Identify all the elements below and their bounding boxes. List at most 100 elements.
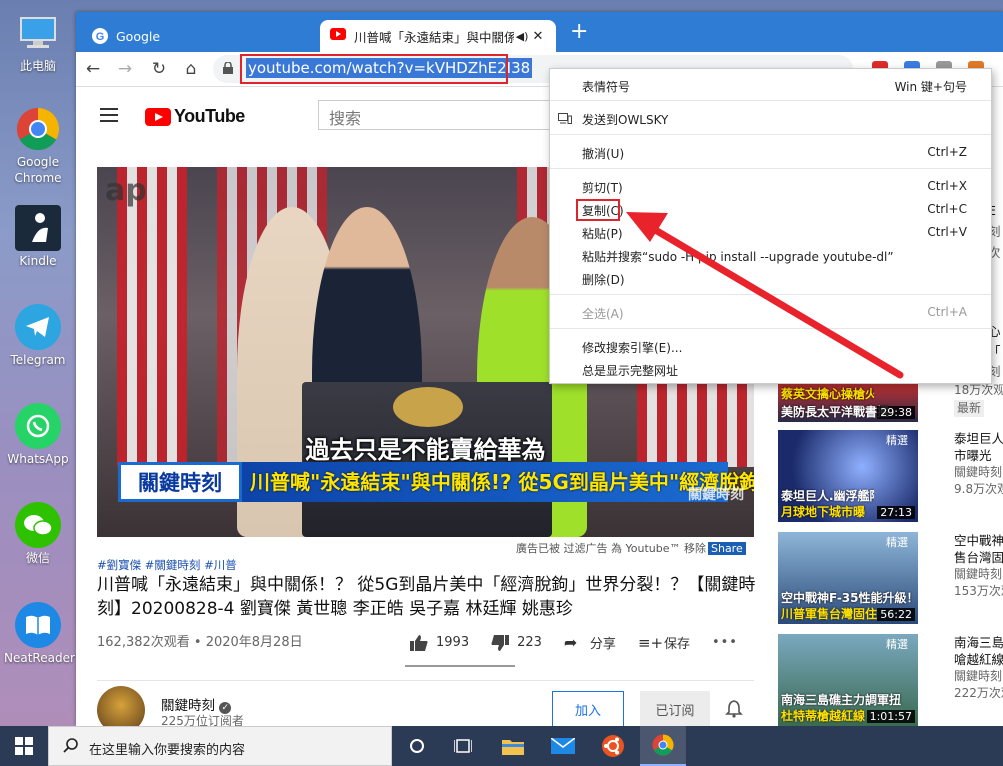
- video-duration: 1:01:57: [866, 710, 915, 723]
- recommendation-title: 南海三島: [954, 635, 1003, 650]
- video-actions: 1993 223 ➦ 分享 ≡+ 保存 •••: [410, 633, 760, 652]
- menu-item-emoji[interactable]: 表情符号 Win 键+句号: [550, 75, 991, 97]
- menu-item-cut[interactable]: 剪切(T) Ctrl+X: [550, 176, 991, 198]
- menu-separator: [550, 168, 991, 169]
- thumbnail-caption: 蔡英文擒心操槍火: [781, 387, 874, 401]
- recommendation-info[interactable]: 南海三島 嗆越紅線 關鍵時刻 222万次观: [954, 634, 1003, 702]
- channel-name[interactable]: 關鍵時刻 ✓: [161, 694, 232, 714]
- menu-item-label: 全选(A): [582, 307, 624, 321]
- desktop-icon-label: WhatsApp: [7, 452, 69, 466]
- recommendation-info[interactable]: 泰坦巨人 市曝光 關鍵時刻 9.8万次观: [954, 430, 1003, 498]
- menu-item-send-to-device[interactable]: 发送到OWLSKY: [550, 108, 991, 130]
- menu-item-undo[interactable]: 撤消(U) Ctrl+Z: [550, 142, 991, 164]
- windows-start-icon[interactable]: [0, 726, 48, 766]
- reload-icon[interactable]: ↻: [148, 58, 170, 80]
- ad-share-button[interactable]: Share: [707, 542, 746, 555]
- book-icon: [15, 602, 61, 648]
- copy-highlight-box: [576, 199, 620, 221]
- file-explorer-icon[interactable]: [490, 726, 536, 766]
- desktop-icon-kindle[interactable]: Kindle: [4, 205, 72, 269]
- desktop-icon-this-pc[interactable]: 此电脑: [4, 10, 72, 74]
- menu-item-paste[interactable]: 粘贴(P) Ctrl+V: [550, 222, 991, 244]
- telegram-icon: [15, 304, 61, 350]
- task-view-icon[interactable]: [440, 726, 486, 766]
- menu-item-shortcut: Ctrl+Z: [927, 145, 967, 159]
- recommendation-info[interactable]: 18万次观 最新: [954, 382, 1003, 417]
- dislike-button[interactable]: 223: [491, 633, 542, 652]
- dislike-count: 223: [517, 635, 542, 650]
- recommendation-thumbnail[interactable]: 精選 南海三島礁主力調軍扭 杜特蒂槍越紅線 1:01:57: [778, 634, 918, 726]
- more-actions-button[interactable]: •••: [712, 633, 738, 652]
- save-label: 保存: [663, 637, 690, 652]
- video-subtitle: 過去只是不能賣給華為: [305, 436, 546, 464]
- flag: [117, 167, 187, 467]
- share-button[interactable]: ➦ 分享: [564, 633, 616, 652]
- menu-item-label: 修改搜索引擎(E)...: [582, 341, 683, 355]
- back-icon[interactable]: ←: [82, 58, 104, 80]
- forward-icon[interactable]: →: [114, 58, 136, 80]
- recommendation-views: 222万次观: [954, 686, 1003, 700]
- menu-item-label: 粘贴并搜索“sudo -H pip install --upgrade yout…: [582, 250, 894, 264]
- menu-icon[interactable]: [100, 108, 118, 126]
- recommendation-title: 泰坦巨人: [954, 431, 1003, 446]
- search-input[interactable]: 搜索: [318, 100, 558, 130]
- menu-item-paste-and-search[interactable]: 粘贴并搜索“sudo -H pip install --upgrade yout…: [550, 245, 991, 267]
- desktop-icon-telegram[interactable]: Telegram: [4, 304, 72, 368]
- recommendation-thumbnail[interactable]: 精選 空中戰神F-35性能升級！ 川普軍售台灣固住 56:22: [778, 532, 918, 624]
- mail-icon[interactable]: [540, 726, 586, 766]
- like-count: 1993: [436, 635, 470, 650]
- recommendation-title: 售台灣固: [954, 550, 1003, 565]
- thumbnail-caption: 泰坦巨人.幽浮艦隊: [781, 489, 874, 503]
- thumbnail-caption: 南海三島礁主力調軍扭: [781, 693, 902, 707]
- search-icon: [63, 738, 78, 753]
- video-title: 川普喊「永遠結束」與中關係！？ 從5G到晶片美中「經濟脫鉤」世界分裂！？【關鍵時…: [97, 575, 756, 619]
- menu-item-label: 总是显示完整网址: [582, 364, 679, 378]
- new-tab-button[interactable]: +: [570, 21, 588, 43]
- recommendation-title: 嗆越紅線: [954, 652, 1003, 667]
- svg-text:G: G: [96, 31, 105, 43]
- menu-item-edit-search-engines[interactable]: 修改搜索引擎(E)...: [550, 336, 991, 358]
- youtube-wordmark: YouTube: [174, 106, 245, 126]
- recommendation-badge: 最新: [954, 400, 985, 417]
- tab-youtube[interactable]: 川普喊「永遠結束」與中關係 ◀) ✕: [320, 20, 556, 52]
- recommendation-title: 空中戰神: [954, 533, 1003, 548]
- thumbnail-caption: 川普軍售台灣固住: [781, 607, 878, 621]
- menu-item-shortcut: Win 键+句号: [894, 80, 967, 94]
- taskbar-search[interactable]: 在这里输入你要搜索的内容: [48, 726, 392, 766]
- desktop-icon-wechat[interactable]: 微信: [4, 502, 72, 566]
- youtube-logo[interactable]: YouTube: [145, 106, 245, 127]
- thumbs-down-icon: [491, 634, 510, 651]
- cortana-icon[interactable]: [394, 726, 440, 766]
- ubuntu-icon[interactable]: [590, 726, 636, 766]
- join-button[interactable]: 加入: [552, 691, 624, 727]
- desktop-icon-label: Kindle: [19, 254, 57, 268]
- close-tab-icon[interactable]: ✕: [530, 29, 546, 44]
- desktop-icon-label: 此电脑: [19, 59, 56, 73]
- bell-icon[interactable]: [725, 700, 743, 718]
- menu-item-delete[interactable]: 删除(D): [550, 268, 991, 290]
- menu-item-show-full-url[interactable]: 总是显示完整网址: [550, 359, 991, 381]
- recommendation-thumbnail[interactable]: 蔡英文擒心操槍火 美防長太平洋戰書擺 29:38: [778, 384, 918, 422]
- speaker-icon[interactable]: ◀): [514, 30, 530, 43]
- desktop-icon-neatreader[interactable]: NeatReader: [4, 602, 75, 666]
- desktop-icon-chrome[interactable]: Google Chrome: [4, 106, 72, 186]
- home-icon[interactable]: ⌂: [180, 58, 202, 80]
- desktop-icon-whatsapp[interactable]: WhatsApp: [4, 403, 72, 467]
- banner-text: 川普喊"永遠結束"與中關係!? 從5G到晶片美中"經濟脫鉤"世界分裂!?: [250, 470, 754, 494]
- like-button[interactable]: 1993: [410, 633, 469, 652]
- menu-item-select-all[interactable]: 全选(A) Ctrl+A: [550, 302, 991, 324]
- menu-separator: [550, 328, 991, 329]
- video-watermark: 關鍵時刻: [688, 487, 744, 503]
- menu-separator: [550, 100, 991, 101]
- video-tags[interactable]: #劉寶傑 #關鍵時刻 #川普: [97, 557, 237, 573]
- chrome-taskbar-icon[interactable]: [640, 726, 686, 766]
- tab-google[interactable]: G Google: [82, 20, 318, 52]
- thumbnail-caption: 杜特蒂槍越紅線: [781, 709, 866, 723]
- save-button[interactable]: ≡+ 保存: [638, 633, 690, 653]
- recommendation-info[interactable]: 空中戰神 售台灣固 關鍵時刻 153万次观: [954, 532, 1003, 600]
- recommendation-thumbnail[interactable]: 精選 泰坦巨人.幽浮艦隊 月球地下城市曝 27:13: [778, 430, 918, 522]
- youtube-icon: [330, 28, 346, 44]
- subscribed-button[interactable]: 已订阅: [640, 691, 710, 727]
- recommendation-views: 9.8万次观: [954, 482, 1003, 496]
- view-count: 162,382次观看 • 2020年8月28日: [97, 635, 303, 650]
